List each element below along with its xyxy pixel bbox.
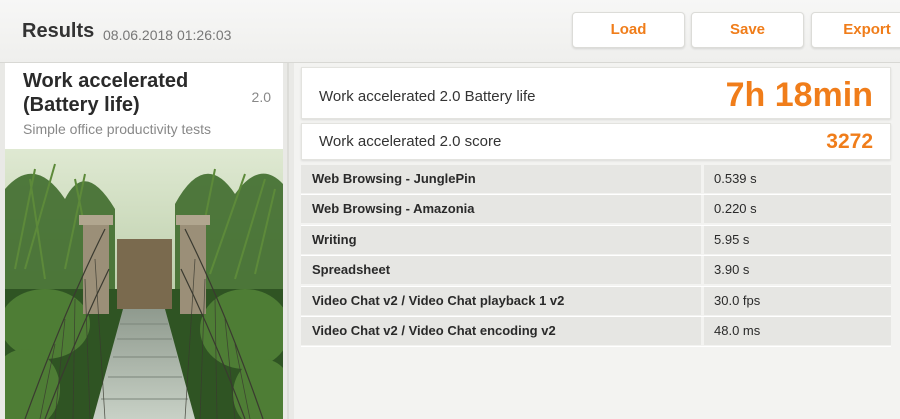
- subtest-name: Spreadsheet: [301, 256, 701, 285]
- subtest-value: 5.95 s: [704, 225, 891, 254]
- result-timestamp: 08.06.2018 01:26:03: [103, 27, 232, 43]
- subtest-name: Web Browsing - Amazonia: [301, 195, 701, 224]
- battery-life-value: 7h 18min: [725, 76, 873, 114]
- test-thumbnail-image: [5, 149, 283, 419]
- subtest-value: 3.90 s: [704, 256, 891, 285]
- save-button[interactable]: Save: [691, 12, 804, 48]
- test-version: 2.0: [251, 89, 271, 105]
- test-info-panel: Work accelerated (Battery life) 2.0 Simp…: [5, 63, 283, 419]
- load-button[interactable]: Load: [572, 12, 685, 48]
- subtest-name: Web Browsing - JunglePin: [301, 165, 701, 193]
- scores-panel: Work accelerated 2.0 Battery life 7h 18m…: [294, 63, 900, 419]
- subtest-name: Video Chat v2 / Video Chat playback 1 v2: [301, 286, 701, 315]
- results-header: Results 08.06.2018 01:26:03 Load Save Ex…: [0, 0, 900, 63]
- table-row: Web Browsing - JunglePin 0.539 s: [301, 165, 891, 196]
- battery-life-card: Work accelerated 2.0 Battery life 7h 18m…: [301, 67, 891, 119]
- table-row: Spreadsheet 3.90 s: [301, 256, 891, 287]
- battery-life-label: Work accelerated 2.0 Battery life: [319, 88, 536, 105]
- panel-divider: [287, 63, 289, 419]
- subtest-name: Video Chat v2 / Video Chat encoding v2: [301, 316, 701, 345]
- subtest-value: 0.220 s: [704, 195, 891, 224]
- table-row: Web Browsing - Amazonia 0.220 s: [301, 195, 891, 226]
- subtest-name: Writing: [301, 225, 701, 254]
- score-card: Work accelerated 2.0 score 3272: [301, 123, 891, 160]
- test-name: Work accelerated (Battery life): [23, 70, 189, 116]
- subtest-value: 30.0 fps: [704, 286, 891, 315]
- score-value: 3272: [826, 130, 873, 153]
- subtest-table: Web Browsing - JunglePin 0.539 s Web Bro…: [301, 165, 891, 348]
- page-title: Results: [22, 20, 95, 42]
- table-row: Video Chat v2 / Video Chat encoding v2 4…: [301, 316, 891, 348]
- score-label: Work accelerated 2.0 score: [319, 133, 502, 150]
- export-button[interactable]: Export: [811, 12, 900, 48]
- subtest-value: 0.539 s: [704, 165, 891, 193]
- table-row: Video Chat v2 / Video Chat playback 1 v2…: [301, 286, 891, 317]
- test-description: Simple office productivity tests: [23, 121, 212, 137]
- table-row: Writing 5.95 s: [301, 225, 891, 257]
- subtest-value: 48.0 ms: [704, 316, 891, 345]
